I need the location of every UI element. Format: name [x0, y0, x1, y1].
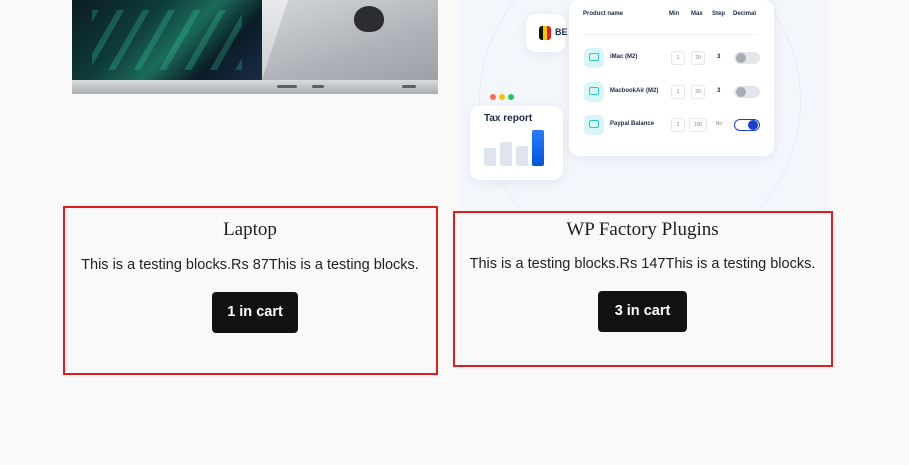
country-card: BE — [526, 14, 568, 52]
dot-icon — [508, 94, 514, 100]
paypal-icon — [584, 115, 604, 135]
row-name: iMac (M2) — [610, 54, 638, 60]
table-header: Step — [712, 11, 726, 17]
product-description: This is a testing blocks.Rs 87This is a … — [81, 257, 419, 273]
step-value: 3 — [717, 54, 721, 60]
max-field: 20 — [691, 85, 705, 99]
product-info: WP Factory Plugins This is a testing blo… — [453, 211, 832, 367]
laptop-icon — [584, 82, 604, 102]
table-header: Product name — [583, 11, 624, 17]
row-name: Paypal Balance — [610, 121, 655, 127]
apple-logo-icon — [354, 6, 384, 32]
product-title[interactable]: Laptop — [63, 219, 437, 241]
product-image-wp-factory-plugins[interactable]: BE Product name Min Max Step Decimal iMa… — [459, 0, 826, 210]
monitor-icon — [584, 48, 604, 68]
chart-bar — [484, 148, 496, 166]
min-field: 1 — [671, 85, 685, 99]
table-row: iMac (M2) 1 20 3 — [584, 48, 764, 68]
laptop-display — [72, 0, 262, 80]
tax-report-title: Tax report — [484, 113, 533, 124]
decimal-toggle — [734, 86, 760, 98]
row-name: MacbookAir (M2) — [610, 88, 659, 94]
table-header: Min — [669, 11, 680, 17]
table-header: Max — [691, 11, 703, 17]
table-row: MacbookAir (M2) 1 20 3 — [584, 82, 764, 102]
belgium-flag-icon — [539, 26, 551, 40]
step-value: 3 — [717, 88, 721, 94]
max-field: 20 — [691, 51, 705, 65]
dot-icon — [499, 94, 505, 100]
product-description: This is a testing blocks.Rs 147This is a… — [469, 256, 816, 272]
add-to-cart-button[interactable]: 1 in cart — [212, 292, 298, 333]
laptop-base — [72, 80, 438, 94]
chart-bar — [516, 146, 528, 166]
window-dots — [490, 87, 517, 105]
vent-icon — [277, 85, 297, 88]
vent-icon — [312, 85, 324, 88]
divider — [583, 34, 758, 35]
table-header: Decimal — [733, 11, 757, 17]
product-info: Laptop This is a testing blocks.Rs 87Thi… — [63, 206, 437, 374]
min-field: 1 — [671, 51, 685, 65]
decimal-toggle — [734, 119, 760, 131]
max-field: 100 — [689, 118, 707, 132]
chart-bar — [532, 130, 544, 166]
tax-report-card: Tax report — [470, 106, 563, 180]
country-code: BE — [555, 27, 568, 37]
add-to-cart-button[interactable]: 3 in cart — [598, 291, 687, 332]
table-row: Paypal Balance 1 100 No — [584, 115, 764, 135]
step-field: No — [715, 121, 723, 127]
laptop-lid — [262, 0, 438, 80]
decimal-toggle — [734, 52, 760, 64]
min-field: 1 — [671, 118, 685, 132]
dot-icon — [490, 94, 496, 100]
product-title[interactable]: WP Factory Plugins — [453, 219, 832, 241]
product-image-laptop[interactable] — [72, 0, 438, 210]
vent-icon — [402, 85, 416, 88]
chart-bar — [500, 142, 512, 166]
